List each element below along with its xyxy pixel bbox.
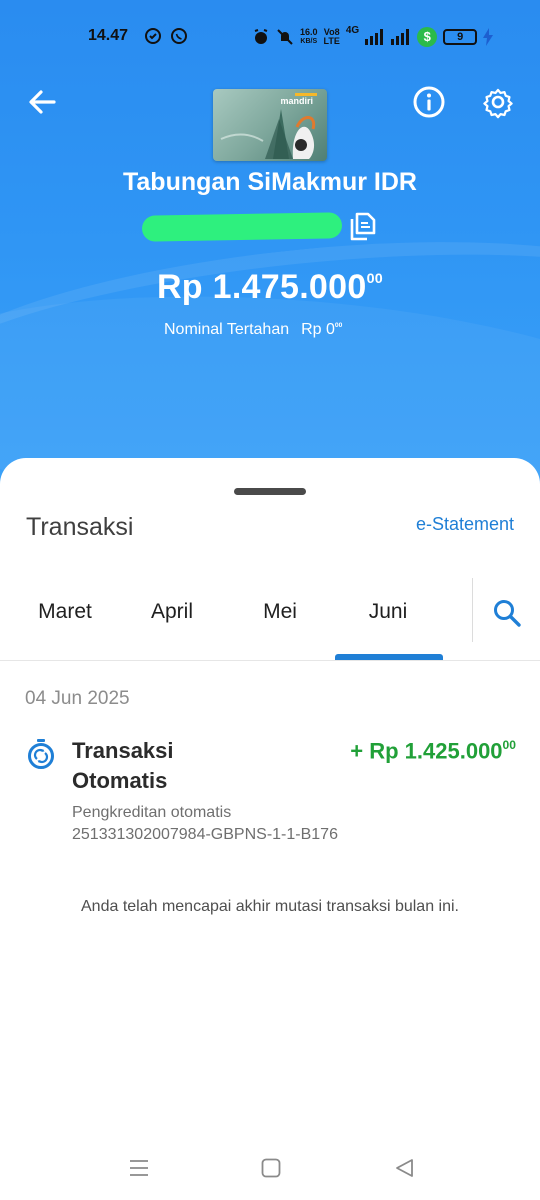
tab-mei[interactable]: Mei	[226, 600, 334, 624]
transaction-title: Transaksi Otomatis	[72, 738, 174, 793]
network-type: 4G	[345, 25, 360, 36]
battery-icon: 9	[443, 29, 478, 45]
tab-juni[interactable]: Juni	[334, 600, 442, 624]
stopwatch-icon	[28, 739, 54, 769]
alarm-icon	[254, 29, 268, 44]
signal-icon	[365, 29, 384, 45]
system-nav-bar	[0, 1148, 540, 1188]
status-app-icon	[145, 28, 161, 44]
account-header: 14.47 16.0 KB/S Vo8 LTE 4G $ 9 mandiri T…	[0, 0, 540, 500]
status-indicators: 16.0 KB/S Vo8 LTE 4G $ 9	[252, 25, 494, 49]
drag-handle[interactable]	[234, 488, 306, 495]
tabs-bottom-line	[0, 660, 540, 661]
back-arrow-icon[interactable]	[26, 86, 58, 118]
back-triangle-icon[interactable]	[393, 1156, 417, 1180]
transactions-sheet: Transaksi e-Statement Maret April Mei Ju…	[0, 458, 540, 1200]
transaction-amount: + Rp 1.425.00000	[350, 738, 516, 764]
search-icon[interactable]	[492, 598, 522, 628]
signal-2-icon	[391, 29, 410, 45]
money-app-icon: $	[417, 27, 438, 47]
mute-icon	[277, 29, 293, 45]
month-tabs: Maret April Mei Juni	[0, 578, 540, 661]
home-square-icon[interactable]	[259, 1156, 283, 1180]
copy-icon[interactable]	[348, 211, 378, 241]
status-time: 14.47	[88, 27, 129, 44]
end-of-list-note: Anda telah mencapai akhir mutasi transak…	[81, 898, 459, 915]
gear-icon[interactable]	[481, 85, 515, 119]
transactions-title: Transaksi	[26, 513, 134, 541]
account-title: Tabungan SiMakmur IDR	[122, 168, 417, 196]
hold-label: Nominal Tertahan	[164, 321, 290, 338]
menu-icon[interactable]	[127, 1156, 151, 1180]
volte-indicator: Vo8 LTE	[323, 27, 340, 46]
transaction-date: 04 Jun 2025	[25, 688, 130, 709]
network-speed: 16.0 KB/S	[300, 27, 318, 46]
status-bar: 14.47 16.0 KB/S Vo8 LTE 4G $ 9	[0, 22, 540, 52]
e-statement-link[interactable]: e-Statement	[416, 514, 514, 535]
tabs-divider	[472, 578, 473, 642]
account-balance: Rp 1.475.00000	[0, 268, 540, 307]
card-image: mandiri	[213, 89, 327, 161]
whatsapp-icon	[171, 28, 187, 44]
masked-account-number	[141, 212, 343, 242]
balance-cents: 00	[366, 271, 384, 288]
transaction-description: Pengkreditan otomatis 251331302007984-GB…	[72, 804, 338, 843]
tab-maret[interactable]: Maret	[11, 600, 119, 624]
hold-value: Rp 000	[301, 321, 343, 338]
info-icon[interactable]	[412, 85, 446, 119]
hold-amount-row: Nominal Tertahan Rp 000	[164, 321, 342, 339]
charging-icon	[483, 28, 494, 46]
card-artwork	[220, 109, 316, 159]
tab-april[interactable]: April	[118, 600, 226, 624]
transaction-item[interactable]: Transaksi Otomatis + Rp 1.425.00000 Peng…	[0, 732, 540, 852]
balance-amount: Rp 1.475.000	[156, 268, 367, 306]
